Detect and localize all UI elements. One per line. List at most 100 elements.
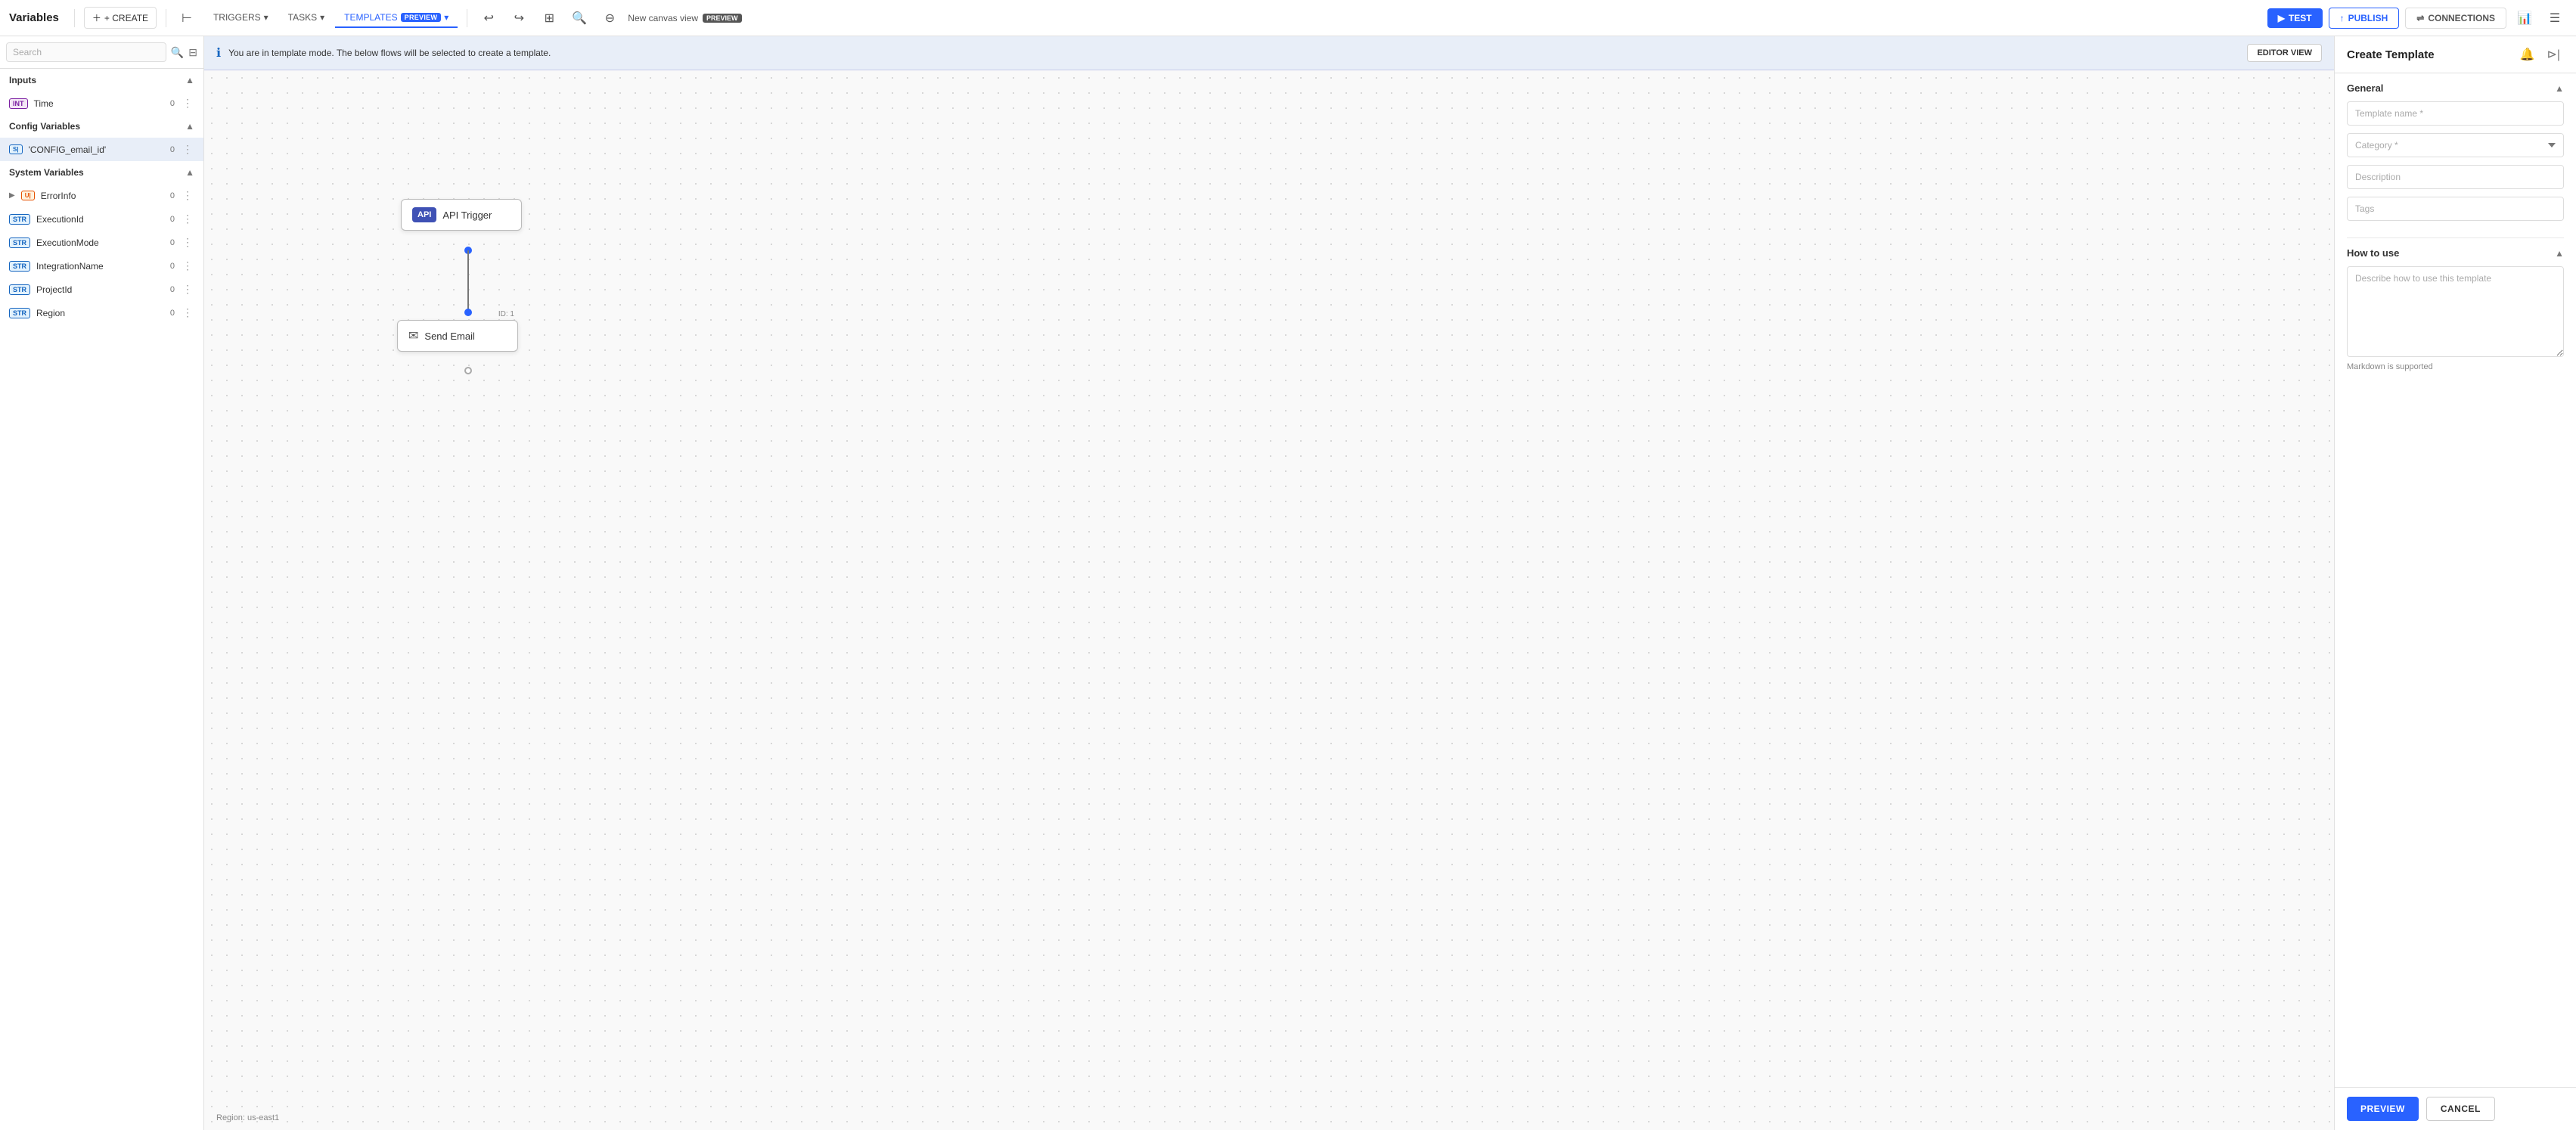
var-name-region: Region [36, 308, 164, 318]
type-badge-str-exec: STR [9, 214, 30, 225]
tab-triggers[interactable]: TRIGGERS ▾ [204, 8, 278, 28]
inputs-section-header[interactable]: Inputs ▲ [0, 69, 203, 92]
description-field [2347, 165, 2564, 189]
create-button[interactable]: ＋ + CREATE [84, 7, 157, 29]
list-item[interactable]: STR IntegrationName 0 ⋮ [0, 254, 203, 278]
list-item[interactable]: STR ExecutionMode 0 ⋮ [0, 231, 203, 254]
more-menu-button[interactable]: ☰ [2543, 6, 2567, 30]
tags-input[interactable] [2347, 197, 2564, 221]
var-count-errorinfo: 0 [170, 191, 175, 200]
search-bar: 🔍 ⊟ [0, 36, 203, 69]
var-menu-projectid[interactable]: ⋮ [181, 281, 194, 297]
var-name-projectid: ProjectId [36, 284, 164, 295]
collapse-panel-button[interactable]: ⊳| [2543, 45, 2564, 64]
inputs-section: Inputs ▲ INT Time 0 ⋮ [0, 69, 203, 115]
var-menu-executionid[interactable]: ⋮ [181, 211, 194, 227]
cancel-button[interactable]: CANCEL [2426, 1097, 2495, 1121]
config-chevron-icon: ▲ [185, 121, 194, 132]
var-name-integrationname: IntegrationName [36, 261, 164, 272]
type-badge-str-intname: STR [9, 261, 30, 272]
canvas-area-container: ℹ You are in template mode. The below fl… [204, 36, 2334, 1130]
api-trigger-label: API Trigger [442, 210, 492, 221]
var-menu-errorinfo[interactable]: ⋮ [181, 188, 194, 203]
publish-icon: ↑ [2340, 13, 2345, 23]
bell-icon-button[interactable]: 🔔 [2516, 45, 2539, 64]
how-to-use-field: Markdown is supported [2347, 266, 2564, 371]
type-badge-str-proj: STR [9, 284, 30, 295]
connections-button[interactable]: ⇌ CONNECTIONS [2405, 8, 2506, 29]
nav-divider-1 [74, 9, 75, 27]
list-item[interactable]: S| 'CONFIG_email_id' 0 ⋮ [0, 138, 203, 161]
list-item[interactable]: INT Time 0 ⋮ [0, 92, 203, 115]
canvas-view-label: New canvas view PREVIEW [628, 13, 741, 23]
redo-button[interactable]: ↪ [507, 6, 531, 30]
var-menu-config-email[interactable]: ⋮ [181, 141, 194, 157]
connections-icon: ⇌ [2416, 13, 2424, 23]
var-count-time: 0 [170, 99, 175, 108]
tab-tasks[interactable]: TASKS ▾ [279, 8, 334, 28]
nav-tabs: TRIGGERS ▾ TASKS ▾ TEMPLATES PREVIEW ▾ [204, 8, 458, 28]
system-section: System Variables ▲ ▶ U| ErrorInfo 0 ⋮ ST… [0, 161, 203, 324]
send-email-id: ID: 1 [498, 310, 514, 318]
system-title: System Variables [9, 167, 84, 178]
tab-templates[interactable]: TEMPLATES PREVIEW ▾ [335, 8, 458, 28]
expand-icon[interactable]: ▶ [9, 191, 15, 200]
search-input[interactable] [6, 42, 166, 62]
sidebar-toggle[interactable]: ⊢ [175, 7, 198, 29]
var-menu-region[interactable]: ⋮ [181, 305, 194, 321]
list-item[interactable]: ▶ U| ErrorInfo 0 ⋮ [0, 184, 203, 207]
config-section-header[interactable]: Config Variables ▲ [0, 115, 203, 138]
general-chevron-icon: ▲ [2555, 83, 2564, 94]
canvas[interactable]: API API Trigger ID: 1 ✉ Send Email Regio… [204, 70, 2334, 1130]
system-section-header[interactable]: System Variables ▲ [0, 161, 203, 184]
how-to-use-section-header[interactable]: How to use ▲ [2347, 247, 2564, 259]
markdown-note: Markdown is supported [2347, 362, 2564, 371]
send-email-node[interactable]: ID: 1 ✉ Send Email [397, 320, 518, 352]
tasks-chevron-icon: ▾ [320, 12, 324, 23]
editor-view-button[interactable]: EDITOR VIEW [2247, 44, 2322, 62]
layout-button[interactable]: ⊞ [537, 6, 561, 30]
top-nav: Variables ＋ + CREATE ⊢ TRIGGERS ▾ TASKS … [0, 0, 2576, 36]
right-panel-icons: 🔔 ⊳| [2516, 45, 2564, 64]
api-trigger-output-dot[interactable] [464, 247, 472, 254]
api-trigger-node[interactable]: API API Trigger [401, 199, 522, 231]
zoom-button[interactable]: 🔍 [567, 6, 591, 30]
email-icon: ✉ [408, 328, 418, 343]
list-item[interactable]: STR Region 0 ⋮ [0, 301, 203, 324]
var-name-config-email: 'CONFIG_email_id' [29, 144, 164, 155]
search-icon-button[interactable]: 🔍 [171, 46, 184, 59]
how-to-use-chevron-icon: ▲ [2555, 248, 2564, 259]
config-content: S| 'CONFIG_email_id' 0 ⋮ [0, 138, 203, 161]
var-name-time: Time [34, 98, 164, 109]
general-section-title: General [2347, 82, 2383, 94]
zoom-out-btn[interactable]: ⊖ [597, 6, 622, 30]
analytics-button[interactable]: 📊 [2512, 6, 2537, 30]
category-select[interactable]: Category * [2347, 133, 2564, 157]
test-button[interactable]: ▶ TEST [2267, 8, 2323, 28]
publish-button[interactable]: ↑ PUBLISH [2329, 8, 2400, 29]
var-name-errorinfo: ErrorInfo [41, 191, 164, 201]
template-name-input[interactable] [2347, 101, 2564, 126]
inputs-content: INT Time 0 ⋮ [0, 92, 203, 115]
send-email-input-dot[interactable] [464, 309, 472, 316]
banner-text: You are in template mode. The below flow… [228, 48, 551, 58]
info-icon: ℹ [216, 45, 221, 61]
type-badge-str-mode: STR [9, 237, 30, 248]
how-to-use-textarea[interactable] [2347, 266, 2564, 357]
var-menu-time[interactable]: ⋮ [181, 95, 194, 111]
description-input[interactable] [2347, 165, 2564, 189]
undo-button[interactable]: ↩ [476, 6, 501, 30]
test-icon: ▶ [2278, 13, 2285, 23]
var-menu-executionmode[interactable]: ⋮ [181, 234, 194, 250]
inputs-title: Inputs [9, 75, 36, 85]
general-section-header[interactable]: General ▲ [2347, 82, 2564, 94]
filter-icon-button[interactable]: ⊟ [188, 46, 197, 59]
var-menu-integrationname[interactable]: ⋮ [181, 258, 194, 274]
main-layout: 🔍 ⊟ Inputs ▲ INT Time 0 ⋮ Config Variabl… [0, 36, 2576, 1130]
inputs-chevron-icon: ▲ [185, 75, 194, 85]
list-item[interactable]: STR ProjectId 0 ⋮ [0, 278, 203, 301]
preview-button[interactable]: PREVIEW [2347, 1097, 2419, 1121]
right-footer: PREVIEW CANCEL [2335, 1087, 2576, 1130]
list-item[interactable]: STR ExecutionId 0 ⋮ [0, 207, 203, 231]
send-email-output-dot[interactable] [464, 367, 472, 374]
